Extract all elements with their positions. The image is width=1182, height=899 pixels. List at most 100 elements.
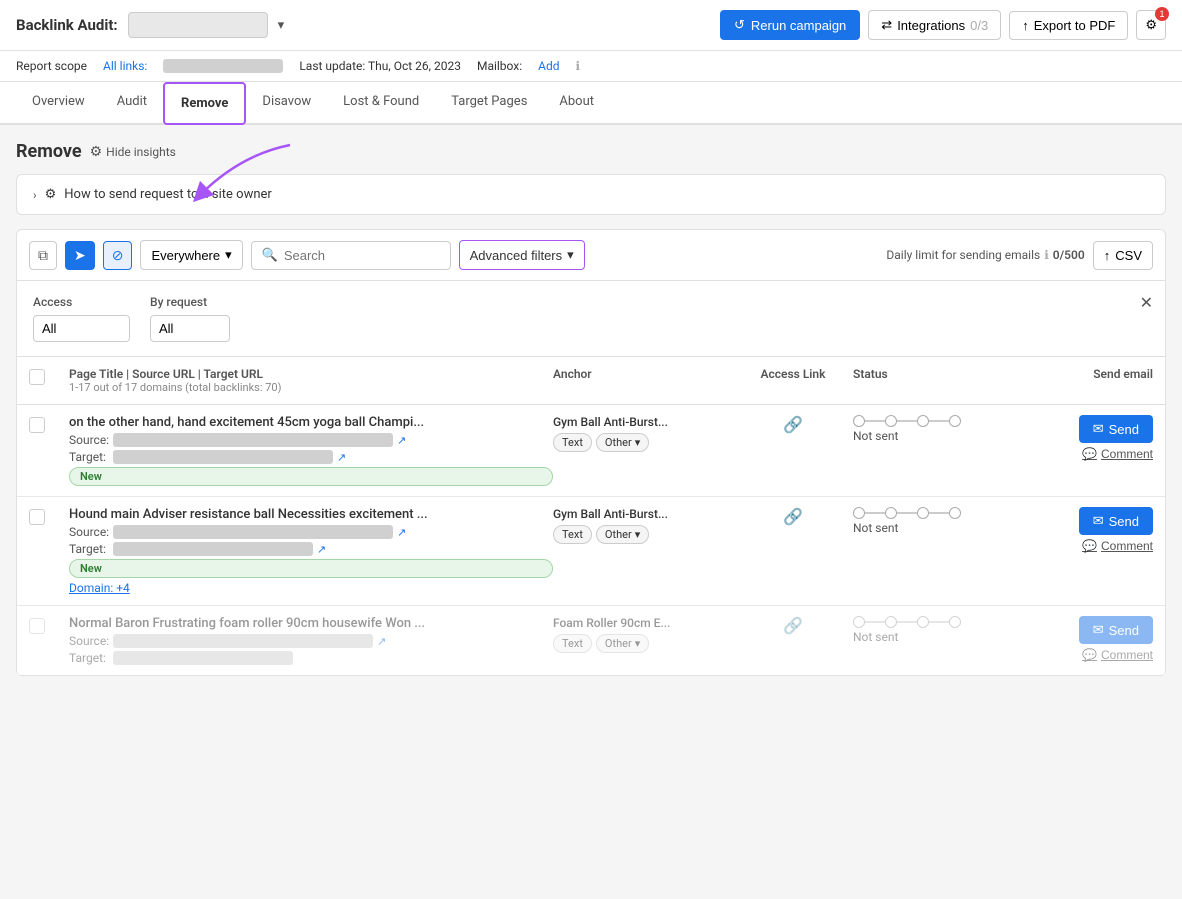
row1-target-ext-link[interactable]: ↗ (337, 451, 346, 464)
row3-anchor-col: Foam Roller 90cm E... Text Other ▾ (553, 616, 733, 653)
dot3 (917, 616, 929, 628)
row2-progress-dots (853, 507, 961, 519)
row2-checkbox[interactable] (29, 507, 69, 525)
row1-source-row: Source: ↗ (69, 433, 553, 447)
select-all-checkbox[interactable] (29, 367, 69, 394)
row1-progress-dots (853, 415, 961, 427)
row3-send-button[interactable]: ✉ Send (1079, 616, 1153, 644)
row1-anchor-tags: Text Other ▾ (553, 433, 733, 452)
row1-target-blur (113, 450, 333, 464)
settings-button[interactable]: ⚙ 1 (1136, 10, 1166, 40)
tab-remove[interactable]: Remove (163, 82, 246, 125)
dot1 (853, 415, 865, 427)
mailbox-add-link[interactable]: Add (538, 59, 559, 73)
row3-access-col: 🔗 (733, 616, 853, 635)
access-filter-label: Access (33, 295, 130, 309)
table-row: on the other hand, hand excitement 45cm … (17, 405, 1165, 497)
row2-link-icon[interactable]: 🔗 (783, 507, 803, 526)
chevron-right-icon: › (33, 188, 37, 202)
row3-comment-button[interactable]: 💬 Comment (1082, 648, 1153, 662)
row1-source-ext-link[interactable]: ↗ (397, 434, 406, 447)
row3-target-blur (113, 651, 293, 665)
row2-send-col: ✉ Send 💬 Comment (1033, 507, 1153, 553)
row1-source-blur (113, 433, 393, 447)
campaign-selector-blur (128, 12, 268, 38)
nav-tabs: Overview Audit Remove Disavow Lost & Fou… (0, 82, 1182, 125)
row2-tag-other[interactable]: Other ▾ (596, 525, 649, 544)
integrations-button[interactable]: ⇄ Integrations 0/3 (868, 10, 1001, 40)
row1-tag-other[interactable]: Other ▾ (596, 433, 649, 452)
tab-lost-found[interactable]: Lost & Found (327, 82, 435, 125)
row3-checkbox[interactable] (29, 616, 69, 634)
row1-new-tag: New (69, 467, 553, 486)
hide-insights-link[interactable]: ⚙ Hide insights (90, 144, 176, 160)
copy-icon-button[interactable]: ⧉ (29, 241, 57, 270)
row2-comment-button[interactable]: 💬 Comment (1082, 539, 1153, 553)
row1-title: on the other hand, hand excitement 45cm … (69, 415, 553, 430)
row1-status-col: Not sent (853, 415, 1033, 443)
row1-send-button[interactable]: ✉ Send (1079, 415, 1153, 443)
main-content: Remove ⚙ Hide insights › ⚙ How to send r… (0, 125, 1182, 825)
row3-source-ext-link[interactable]: ↗ (377, 635, 386, 648)
gear-insights-icon: ⚙ (90, 144, 103, 160)
all-links-link[interactable]: All links: (103, 59, 147, 73)
tab-audit[interactable]: Audit (101, 82, 163, 125)
tab-target-pages[interactable]: Target Pages (435, 82, 543, 125)
row1-checkbox[interactable] (29, 415, 69, 433)
row2-send-button[interactable]: ✉ Send (1079, 507, 1153, 535)
search-box[interactable]: 🔍 (251, 241, 451, 270)
rerun-campaign-button[interactable]: ↺ Rerun campaign (720, 10, 860, 40)
access-filter-group: Access All Open Restricted (33, 295, 130, 342)
row2-target-row: Target: ↗ (69, 542, 553, 556)
row2-domain-plus[interactable]: Domain: +4 (69, 581, 553, 595)
campaign-arrow-icon[interactable]: ▾ (278, 18, 285, 33)
row2-new-tag: New (69, 559, 553, 578)
row2-anchor-tags: Text Other ▾ (553, 525, 733, 544)
row3-target-row: Target: (69, 651, 553, 665)
row2-page-col: Hound main Adviser resistance ball Neces… (69, 507, 553, 595)
export-pdf-button[interactable]: ↑ Export to PDF (1009, 11, 1128, 40)
col-header-anchor: Anchor (553, 367, 733, 394)
dot2 (885, 507, 897, 519)
chevron-down-icon: ▾ (225, 247, 232, 263)
search-input[interactable] (284, 248, 440, 263)
rerun-icon: ↺ (734, 17, 745, 33)
csv-upload-icon: ↑ (1104, 248, 1111, 263)
row3-anchor-text: Foam Roller 90cm E... (553, 616, 723, 630)
row2-source-ext-link[interactable]: ↗ (397, 526, 406, 539)
row1-tag-text: Text (553, 433, 592, 452)
by-request-filter-select[interactable]: All Yes No (150, 315, 230, 342)
by-request-filter-group: By request All Yes No (150, 295, 230, 342)
dot-line2 (897, 512, 917, 514)
row3-source-row: Source: ↗ (69, 634, 553, 648)
how-to-box[interactable]: › ⚙ How to send request to a site owner (16, 174, 1166, 215)
close-filters-button[interactable]: ✕ (1140, 293, 1153, 313)
info-daily-icon: ℹ (1044, 248, 1049, 262)
tab-disavow[interactable]: Disavow (246, 82, 327, 125)
advanced-filters-button[interactable]: Advanced filters ▾ (459, 240, 585, 270)
dot3 (917, 415, 929, 427)
dot-line1 (865, 420, 885, 422)
dot-line3 (929, 621, 949, 623)
ban-button[interactable]: ⊘ (103, 241, 133, 270)
dot4 (949, 415, 961, 427)
row3-link-icon[interactable]: 🔗 (783, 616, 803, 635)
dot-line1 (865, 621, 885, 623)
tab-overview[interactable]: Overview (16, 82, 101, 125)
chevron-down-adv-icon: ▾ (567, 247, 574, 263)
access-filter-select[interactable]: All Open Restricted (33, 315, 130, 342)
row3-tag-other[interactable]: Other ▾ (596, 634, 649, 653)
row1-comment-button[interactable]: 💬 Comment (1082, 447, 1153, 461)
row1-link-icon[interactable]: 🔗 (783, 415, 803, 434)
gear-icon: ⚙ (1145, 17, 1157, 32)
row2-target-ext-link[interactable]: ↗ (317, 543, 326, 556)
dot4 (949, 616, 961, 628)
dot-line1 (865, 512, 885, 514)
tab-about[interactable]: About (543, 82, 610, 125)
location-filter-dropdown[interactable]: Everywhere ▾ (140, 240, 242, 270)
csv-export-button[interactable]: ↑ CSV (1093, 241, 1153, 270)
top-bar: Backlink Audit: ▾ ↺ Rerun campaign ⇄ Int… (0, 0, 1182, 51)
report-scope-value-blurred (163, 59, 283, 73)
send-arrow-button[interactable]: ➤ (65, 241, 95, 270)
dot3 (917, 507, 929, 519)
